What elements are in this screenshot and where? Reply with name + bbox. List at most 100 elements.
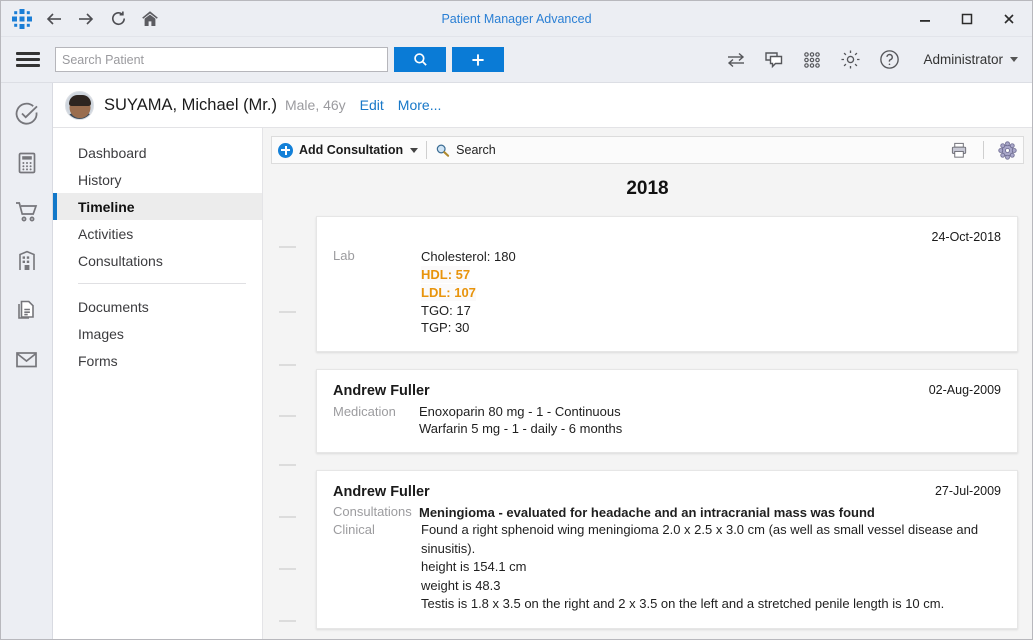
timeline-card[interactable]: Andrew Fuller 02-Aug-2009 Medication Eno… (316, 369, 1018, 453)
card-date: 02-Aug-2009 (917, 383, 1001, 397)
patient-avatar[interactable] (65, 91, 94, 120)
title-bar: Patient Manager Advanced (1, 1, 1032, 37)
transfer-icon[interactable] (725, 49, 747, 71)
section-line: TGO: 17 (421, 302, 1001, 320)
close-icon[interactable] (988, 2, 1030, 36)
forward-arrow-icon[interactable] (71, 4, 101, 34)
user-name: Administrator (923, 52, 1003, 67)
sidebar-item-timeline[interactable]: Timeline (53, 193, 262, 220)
timeline-scroll-area[interactable]: 2018 (271, 164, 1024, 639)
apps-grid-icon[interactable] (801, 49, 823, 71)
sidebar-item-label: Dashboard (78, 145, 147, 161)
check-circle-icon[interactable] (10, 97, 44, 131)
section-line: Testis is 1.8 x 3.5 on the right and 2 x… (421, 595, 1001, 614)
magnifier-icon (435, 143, 450, 158)
maximize-icon[interactable] (946, 2, 988, 36)
section-line: Found a right sphenoid wing meningioma 2… (421, 521, 1001, 558)
sidebar-item-documents[interactable]: Documents (53, 293, 262, 320)
add-patient-button[interactable] (452, 47, 504, 72)
timeline-list: 24-Oct-2018 Lab Cholesterol: 180 HDL: 57… (271, 216, 1024, 629)
section-line: Cholesterol: 180 (421, 248, 1001, 266)
gear-icon[interactable] (839, 48, 862, 71)
app-body: SUYAMA, Michael (Mr.) Male, 46y Edit Mor… (1, 83, 1032, 639)
timeline-ruler (279, 216, 309, 629)
documents-icon[interactable] (10, 293, 44, 327)
toolbar-divider (426, 141, 427, 159)
settings-gear-icon[interactable] (998, 141, 1017, 160)
section-line: Meningioma - evaluated for headache and … (419, 504, 1001, 522)
add-consultation-button[interactable]: Add Consultation (278, 143, 403, 158)
timeline-toolbar: Add Consultation Search (271, 136, 1024, 164)
sidebar-item-activities[interactable]: Activities (53, 220, 262, 247)
timeline-card[interactable]: 24-Oct-2018 Lab Cholesterol: 180 HDL: 57… (316, 216, 1018, 352)
sidebar-item-label: Forms (78, 353, 118, 369)
section-label: Medication (333, 403, 419, 419)
back-arrow-icon[interactable] (39, 4, 69, 34)
card-header: Andrew Fuller 02-Aug-2009 (333, 383, 1001, 399)
chat-icon[interactable] (763, 49, 785, 71)
printer-icon[interactable] (950, 141, 969, 160)
section-body: Cholesterol: 180 HDL: 57 LDL: 107 TGO: 1… (419, 248, 1001, 337)
card-date: 27-Jul-2009 (923, 484, 1001, 498)
section-body: Enoxoparin 80 mg - 1 - Continuous Warfar… (419, 403, 1001, 438)
content-column: SUYAMA, Michael (Mr.) Male, 46y Edit Mor… (53, 83, 1032, 639)
sidebar-item-images[interactable]: Images (53, 320, 262, 347)
sidebar-item-forms[interactable]: Forms (53, 347, 262, 374)
patient-meta: Male, 46y (285, 97, 346, 113)
section-line: LDL: 107 (421, 284, 476, 302)
chevron-down-icon (1010, 57, 1018, 62)
plus-circle-icon (278, 143, 293, 158)
shopping-cart-icon[interactable] (10, 195, 44, 229)
patient-sidenav: Dashboard History Timeline Activities Co… (53, 128, 263, 639)
timeline-year-header: 2018 (271, 164, 1024, 216)
card-section: Consultations Meningioma - evaluated for… (333, 504, 1001, 522)
section-line: weight is 48.3 (421, 577, 1001, 596)
card-header: 24-Oct-2018 (333, 230, 1001, 244)
minimize-icon[interactable] (904, 2, 946, 36)
app-grid-icon[interactable] (7, 4, 37, 34)
sidebar-item-consultations[interactable]: Consultations (53, 247, 262, 274)
app-window: Patient Manager Advanced (0, 0, 1033, 640)
sidebar-item-label: Activities (78, 226, 133, 242)
section-line: Enoxoparin 80 mg - 1 - Continuous (419, 403, 1001, 421)
window-nav-icons (1, 4, 165, 34)
search-button[interactable] (394, 47, 446, 72)
sidebar-item-dashboard[interactable]: Dashboard (53, 139, 262, 166)
section-line: Warfarin 5 mg - 1 - daily - 6 months (419, 420, 1001, 438)
section-line: HDL: 57 (421, 266, 470, 284)
card-section: Clinical Found a right sphenoid wing men… (333, 521, 1001, 614)
user-menu[interactable]: Administrator (923, 52, 1018, 67)
card-section: Lab Cholesterol: 180 HDL: 57 LDL: 107 TG… (333, 248, 1001, 337)
hamburger-menu-icon[interactable] (13, 45, 43, 75)
sidebar-divider (78, 283, 246, 284)
sidebar-item-label: Documents (78, 299, 149, 315)
envelope-icon[interactable] (10, 342, 44, 376)
card-title: Andrew Fuller (333, 383, 430, 399)
timeline-search-button[interactable]: Search (435, 143, 496, 158)
sidebar-item-label: Consultations (78, 253, 163, 269)
sidebar-item-history[interactable]: History (53, 166, 262, 193)
section-label: Consultations (333, 504, 419, 519)
refresh-icon[interactable] (103, 4, 133, 34)
card-section: Medication Enoxoparin 80 mg - 1 - Contin… (333, 403, 1001, 438)
section-line: height is 154.1 cm (421, 558, 1001, 577)
timeline-toolbar-right (950, 141, 1017, 160)
section-label: Lab (333, 248, 419, 263)
help-icon[interactable] (878, 48, 901, 71)
timeline-panel: Add Consultation Search (263, 128, 1032, 639)
card-date: 24-Oct-2018 (920, 230, 1001, 244)
add-consultation-label: Add Consultation (299, 143, 403, 157)
card-header: Andrew Fuller 27-Jul-2009 (333, 484, 1001, 500)
caret-down-icon[interactable] (410, 148, 418, 153)
calculator-icon[interactable] (10, 146, 44, 180)
card-title: Andrew Fuller (333, 484, 430, 500)
home-icon[interactable] (135, 4, 165, 34)
search-input[interactable] (55, 47, 388, 72)
section-body: Meningioma - evaluated for headache and … (419, 504, 1001, 522)
timeline-card[interactable]: Andrew Fuller 27-Jul-2009 Consultations … (316, 470, 1018, 629)
sidebar-item-label: Images (78, 326, 124, 342)
building-icon[interactable] (10, 244, 44, 278)
edit-patient-link[interactable]: Edit (360, 97, 384, 113)
app-toolbar: Administrator (1, 37, 1032, 83)
more-patient-link[interactable]: More... (398, 97, 442, 113)
